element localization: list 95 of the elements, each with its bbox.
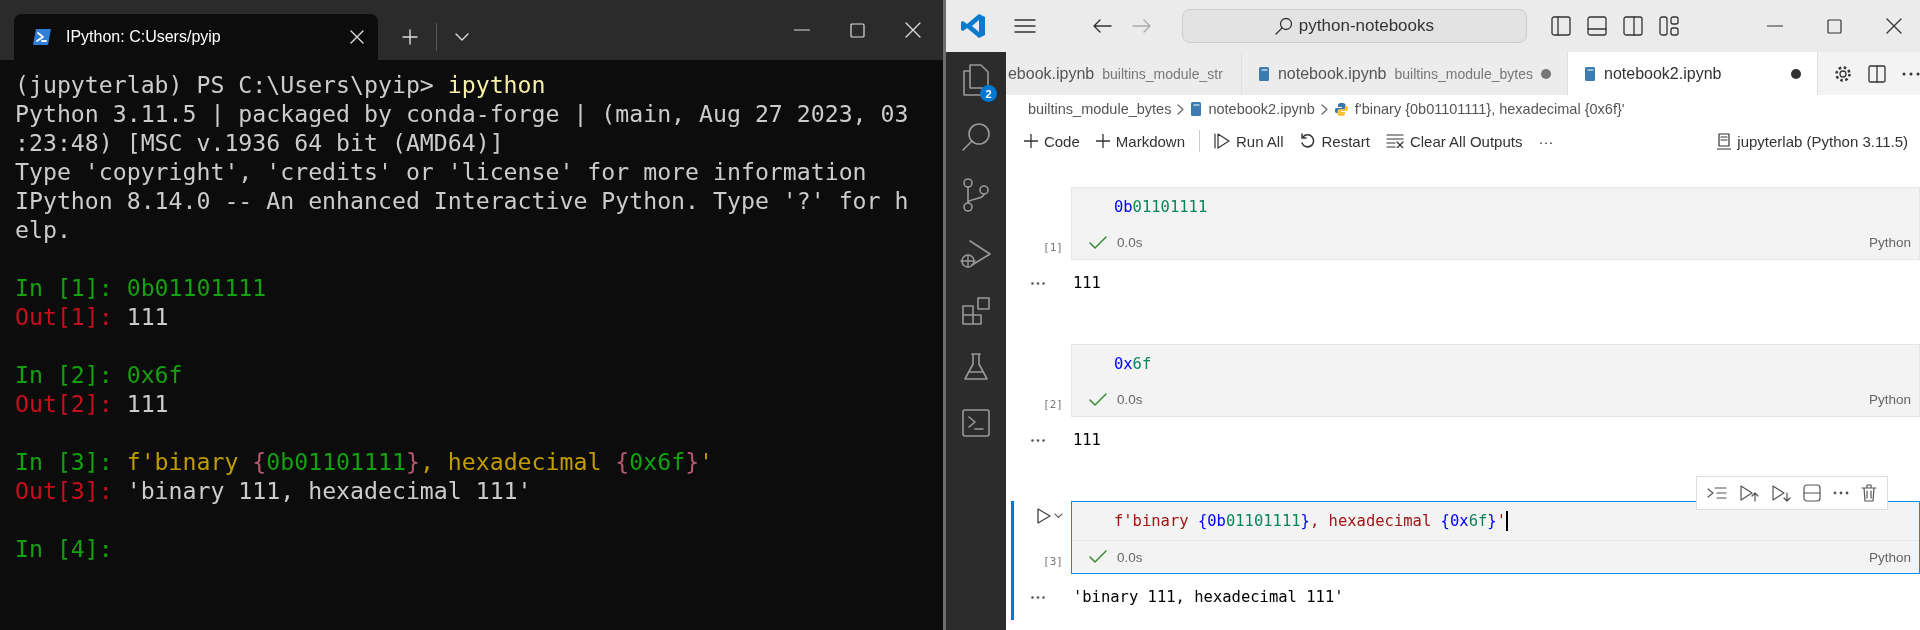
cell-output: 'binary 111, hexadecimal 111' — [1071, 588, 1344, 606]
server-icon — [1717, 132, 1732, 150]
ellipsis-icon — [1031, 438, 1046, 442]
run-above-icon[interactable] — [1739, 484, 1759, 502]
language-label[interactable]: Python — [1868, 235, 1919, 250]
terminal-line: In [4]: — [15, 534, 114, 563]
extensions-icon[interactable] — [960, 296, 991, 326]
files-icon[interactable] — [960, 64, 991, 96]
execute-above-icon[interactable] — [1707, 485, 1727, 501]
split-cell-icon[interactable] — [1803, 484, 1821, 502]
back-arrow-icon[interactable] — [1091, 18, 1112, 34]
check-icon — [1088, 392, 1107, 407]
execution-time: 0.0s — [1116, 235, 1143, 250]
editor-tab[interactable]: ebook.ipynb builtins_module_str — [1005, 52, 1242, 95]
ellipsis-icon — [1031, 595, 1046, 599]
restart-icon — [1299, 133, 1316, 149]
terminal-line: In [2]: 0x6f — [15, 360, 184, 389]
editor-tab[interactable]: notebook2.ipynb — [1568, 52, 1818, 95]
toolbar-button[interactable]: Restart — [1293, 128, 1376, 154]
notification-badge: 2 — [979, 85, 997, 102]
toolbar-button[interactable]: Markdown — [1089, 128, 1191, 154]
panel-toggle-icon[interactable] — [1586, 16, 1607, 36]
terminal-line: Out[3]: 'binary 111, hexadecimal 111' — [15, 476, 533, 505]
cell-output: 111 — [1071, 431, 1101, 449]
toolbar-button[interactable]: Code — [1017, 128, 1086, 154]
editor-tab[interactable]: notebook.ipynb builtins_module_bytes — [1241, 52, 1568, 95]
code-cell[interactable]: 0b01101111 0.0s Python — [1070, 187, 1920, 260]
toolbar-button[interactable]: Run All — [1208, 128, 1290, 154]
menu-icon[interactable] — [1013, 18, 1036, 34]
more-button[interactable]: ··· — [1532, 128, 1560, 154]
search-field[interactable]: python-notebooks — [1181, 9, 1527, 43]
chevron-down-icon[interactable] — [1053, 513, 1063, 519]
cell-output: 111 — [1071, 274, 1101, 292]
chevron-right-icon — [1320, 103, 1328, 115]
plus-icon — [1095, 134, 1110, 148]
notebook-icon — [1584, 65, 1596, 82]
chevron-right-icon — [1177, 103, 1185, 115]
terminal-line: Out[1]: 111 — [15, 302, 170, 331]
python-icon — [1333, 101, 1349, 117]
code-line: 0x6f — [1112, 354, 1153, 375]
ellipsis-icon — [1031, 281, 1046, 285]
terminal-line: elp. — [15, 215, 72, 244]
app-logo-icon — [959, 13, 986, 39]
run-debug-icon[interactable] — [959, 238, 992, 270]
flask-icon[interactable] — [962, 352, 989, 382]
secondary-sidebar-icon[interactable] — [1622, 16, 1643, 36]
code-line: 0b01101111 — [1112, 197, 1209, 218]
terminal-line: :23:48) [MSC v.1936 64 bit (AMD64)] — [15, 128, 505, 157]
terminal-prompt-icon — [32, 28, 52, 46]
execution-time: 0.0s — [1116, 392, 1143, 407]
plus-icon — [1023, 134, 1038, 148]
kernel-button[interactable]: jupyterlab (Python 3.11.5) — [1711, 128, 1914, 154]
execution-time: 0.0s — [1116, 549, 1143, 565]
breadcrumb-item[interactable]: f'binary {0b01101111}, hexadecimal {0x6f}' — [1354, 101, 1625, 117]
terminal-tab[interactable]: IPython: C:Users/pyip — [14, 14, 378, 60]
notebook-icon — [1257, 65, 1270, 82]
execution-count: [1] — [1043, 241, 1063, 254]
execution-count: [3] — [1043, 555, 1063, 568]
text-cursor — [1506, 511, 1508, 531]
maximize-icon[interactable] — [1827, 18, 1842, 34]
terminal-line: In [3]: f'binary {0b01101111}, hexadecimal {0x6f}' — [15, 447, 715, 476]
search-icon[interactable] — [960, 122, 991, 152]
check-icon — [1088, 235, 1107, 250]
more-icon[interactable] — [1902, 71, 1920, 76]
check-icon — [1088, 550, 1107, 564]
language-label[interactable]: Python — [1868, 549, 1919, 565]
more-icon[interactable] — [1833, 491, 1849, 495]
toolbar-button[interactable]: Clear All Outputs — [1379, 128, 1529, 154]
terminal-line: (jupyterlab) PS C:\Users\pyip> ipython — [15, 70, 547, 99]
branch-icon[interactable] — [961, 178, 990, 212]
clear-outputs-icon — [1385, 134, 1404, 148]
notebook-icon — [1190, 101, 1203, 117]
code-cell[interactable]: 0x6f 0.0s Python — [1070, 344, 1920, 417]
gear-icon[interactable] — [1834, 64, 1852, 83]
terminal-line: Python 3.11.5 | packaged by conda-forge | (main, Aug 27 2023, 03 — [15, 99, 910, 128]
layout-icon[interactable] — [1658, 16, 1679, 36]
terminal-line: Type 'copyright', 'credits' or 'license' for more information — [15, 157, 868, 186]
trash-icon[interactable] — [1861, 484, 1877, 502]
run-below-icon[interactable] — [1771, 484, 1791, 502]
terminal-line: Out[2]: 111 — [15, 389, 170, 418]
terminal-icon[interactable] — [960, 408, 991, 438]
search-icon — [1274, 17, 1293, 35]
split-editor-icon[interactable] — [1868, 64, 1886, 83]
terminal-line: IPython 8.14.0 -- An enhanced Interactive Python. Type '?' for h — [15, 186, 910, 215]
plus-icon[interactable] — [402, 29, 418, 45]
run-cell-icon[interactable] — [1035, 507, 1052, 525]
breadcrumb-item[interactable]: builtins_module_bytes — [1027, 101, 1172, 117]
terminal-line: In [1]: 0b01101111 — [15, 273, 268, 302]
sidebar-toggle-icon[interactable] — [1550, 16, 1571, 36]
close-icon[interactable] — [1886, 18, 1902, 34]
breadcrumb-item[interactable]: notebook2.ipynb — [1208, 101, 1315, 117]
code-cell[interactable]: f'binary {0b01101111}, hexadecimal {0x6f}' 0.0s Python — [1070, 501, 1920, 574]
language-label[interactable]: Python — [1868, 392, 1919, 407]
run-all-icon — [1214, 133, 1230, 149]
execution-count: [2] — [1043, 398, 1063, 411]
